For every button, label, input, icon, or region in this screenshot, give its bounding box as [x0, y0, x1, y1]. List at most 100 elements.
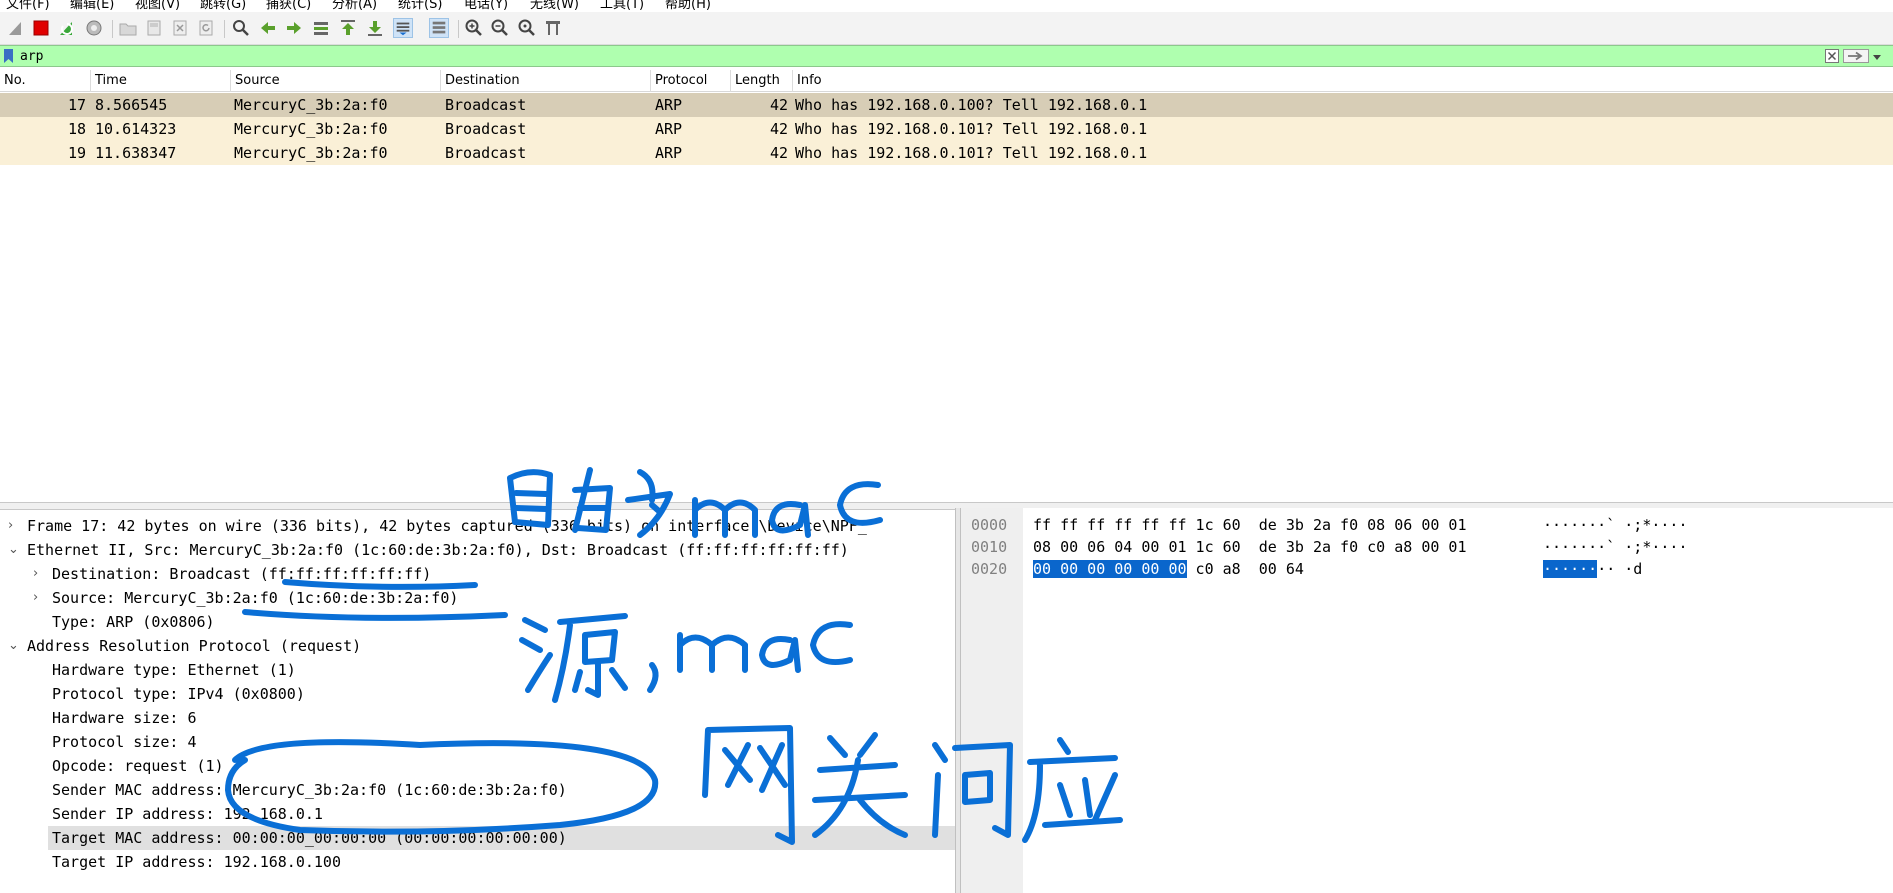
reload-file-icon[interactable]: [196, 18, 216, 38]
close-file-icon[interactable]: [170, 18, 190, 38]
packet-protocol: ARP: [655, 96, 683, 114]
column-header-destination[interactable]: Destination: [441, 70, 651, 92]
tree-item-ethernet[interactable]: ⌄ Ethernet II, Src: MercuryC_3b:2a:f0 (1c…: [0, 538, 955, 562]
menu-analyze[interactable]: 分析(A): [332, 0, 377, 11]
expand-arrow-icon[interactable]: ›: [8, 514, 13, 538]
filter-history-dropdown-icon[interactable]: [1872, 51, 1882, 61]
go-back-icon[interactable]: [258, 18, 278, 38]
tree-item-arp-field[interactable]: Protocol size: 4: [0, 730, 955, 754]
packet-row[interactable]: 17 8.566545 MercuryC_3b:2a:f0 Broadcast …: [0, 93, 1893, 117]
zoom-normal-icon[interactable]: [517, 18, 537, 38]
packet-bytes-pane: 0000 0010 0020 ff ff ff ff ff ff 1c 60 d…: [961, 508, 1893, 893]
tree-item-arp[interactable]: ⌄ Address Resolution Protocol (request): [0, 634, 955, 658]
display-filter-bar: [0, 45, 1893, 67]
tree-item-label: Destination: Broadcast (ff:ff:ff:ff:ff:f…: [52, 565, 432, 583]
find-packet-icon[interactable]: [231, 18, 251, 38]
go-forward-icon[interactable]: [284, 18, 304, 38]
byte-offset: 0000: [971, 516, 1008, 534]
expand-arrow-icon[interactable]: ›: [33, 586, 38, 610]
collapse-arrow-icon[interactable]: ⌄: [8, 634, 19, 658]
hex-selection[interactable]: 00 00 00 00 00 00: [1033, 560, 1187, 578]
zoom-in-icon[interactable]: [464, 18, 484, 38]
tree-item-arp-field[interactable]: Hardware type: Ethernet (1): [0, 658, 955, 682]
menu-file[interactable]: 文件(F): [6, 0, 50, 11]
menu-view[interactable]: 视图(V): [135, 0, 180, 11]
tree-item-eth-source[interactable]: › Source: MercuryC_3b:2a:f0 (1c:60:de:3b:…: [0, 586, 955, 610]
menu-bar: 文件(F) 编辑(E) 视图(V) 跳转(G) 捕获(C) 分析(A) 统计(S…: [0, 0, 1893, 11]
column-header-protocol[interactable]: Protocol: [651, 70, 731, 92]
tree-item-arp-field[interactable]: Sender MAC address: MercuryC_3b:2a:f0 (1…: [0, 778, 955, 802]
stop-capture-icon[interactable]: [31, 18, 51, 38]
packet-length: 42: [770, 144, 789, 162]
column-header-info[interactable]: Info: [793, 70, 1893, 92]
tree-item-label: Hardware size: 6: [52, 709, 197, 727]
resize-columns-icon[interactable]: [543, 18, 563, 38]
menu-wireless[interactable]: 无线(W): [530, 0, 579, 11]
colorize-icon[interactable]: [429, 18, 449, 38]
tree-item-arp-field[interactable]: Hardware size: 6: [0, 706, 955, 730]
open-file-icon[interactable]: [118, 18, 138, 38]
packet-length: 42: [770, 96, 789, 114]
tree-item-label: Target MAC address: 00:00:00_00:00:00 (0…: [52, 829, 567, 847]
tree-item-arp-field[interactable]: Opcode: request (1): [0, 754, 955, 778]
menu-help[interactable]: 帮助(H): [665, 0, 711, 11]
go-last-icon[interactable]: [365, 18, 385, 38]
go-first-icon[interactable]: [338, 18, 358, 38]
tree-item-arp-field[interactable]: Sender IP address: 192.168.0.1: [0, 802, 955, 826]
packet-protocol: ARP: [655, 120, 683, 138]
tree-item-label: Protocol type: IPv4 (0x0800): [52, 685, 305, 703]
apply-filter-icon[interactable]: [1843, 49, 1869, 63]
packet-length: 42: [770, 120, 789, 138]
expand-arrow-icon[interactable]: ›: [33, 562, 38, 586]
menu-telephony[interactable]: 电话(Y): [464, 0, 508, 11]
capture-options-icon[interactable]: [84, 18, 104, 38]
column-header-source[interactable]: Source: [231, 70, 441, 92]
go-to-packet-icon[interactable]: [311, 18, 331, 38]
packet-time: 11.638347: [95, 144, 177, 162]
tree-item-label: Ethernet II, Src: MercuryC_3b:2a:f0 (1c:…: [27, 541, 849, 559]
menu-go[interactable]: 跳转(G): [200, 0, 246, 11]
column-header-length[interactable]: Length: [731, 70, 793, 92]
zoom-out-icon[interactable]: [490, 18, 510, 38]
menu-statistics[interactable]: 统计(S): [398, 0, 442, 11]
collapse-arrow-icon[interactable]: ⌄: [8, 538, 19, 562]
ascii-row[interactable]: ·······` ·;*····: [1543, 514, 1688, 536]
packet-destination: Broadcast: [445, 96, 527, 114]
tree-item-eth-destination[interactable]: › Destination: Broadcast (ff:ff:ff:ff:ff:…: [0, 562, 955, 586]
packet-row[interactable]: 18 10.614323 MercuryC_3b:2a:f0 Broadcast…: [0, 117, 1893, 141]
autoscroll-icon[interactable]: [393, 18, 413, 38]
bookmark-icon[interactable]: [4, 49, 13, 63]
tree-item-frame[interactable]: › Frame 17: 42 bytes on wire (336 bits), …: [0, 514, 955, 538]
hex-row[interactable]: 00 00 00 00 00 00 c0 a8 00 64: [1033, 558, 1304, 580]
hex-rest[interactable]: c0 a8 00 64: [1187, 560, 1304, 578]
column-header-time[interactable]: Time: [91, 70, 231, 92]
ascii-rest[interactable]: ·· ·d: [1597, 560, 1642, 578]
byte-offset: 0010: [971, 538, 1008, 556]
menu-edit[interactable]: 编辑(E): [70, 0, 114, 11]
tree-item-label: Opcode: request (1): [52, 757, 224, 775]
shark-fin-start-icon[interactable]: [6, 18, 26, 38]
restart-capture-icon[interactable]: [57, 18, 77, 38]
tree-item-arp-field-selected[interactable]: Target MAC address: 00:00:00_00:00:00 (0…: [48, 826, 955, 850]
tree-item-arp-field[interactable]: Target IP address: 192.168.0.100: [0, 850, 955, 874]
clear-filter-icon[interactable]: [1825, 49, 1839, 63]
save-file-icon[interactable]: [144, 18, 164, 38]
packet-no: 19: [68, 144, 87, 162]
tree-item-label: Sender MAC address: MercuryC_3b:2a:f0 (1…: [52, 781, 567, 799]
hex-row[interactable]: ff ff ff ff ff ff 1c 60 de 3b 2a f0 08 0…: [1033, 514, 1466, 536]
menu-capture[interactable]: 捕获(C): [266, 0, 311, 11]
menu-tools[interactable]: 工具(T): [600, 0, 644, 11]
packet-row[interactable]: 19 11.638347 MercuryC_3b:2a:f0 Broadcast…: [0, 141, 1893, 165]
display-filter-input[interactable]: [20, 47, 1820, 65]
tree-item-eth-type[interactable]: Type: ARP (0x0806): [0, 610, 955, 634]
packet-source: MercuryC_3b:2a:f0: [234, 96, 388, 114]
packet-source: MercuryC_3b:2a:f0: [234, 144, 388, 162]
packet-list-header: No. Time Source Destination Protocol Len…: [0, 70, 1893, 92]
ascii-row[interactable]: ········ ·d: [1543, 558, 1642, 580]
hex-row[interactable]: 08 00 06 04 00 01 1c 60 de 3b 2a f0 c0 a…: [1033, 536, 1466, 558]
tree-item-arp-field[interactable]: Protocol type: IPv4 (0x0800): [0, 682, 955, 706]
ascii-row[interactable]: ·······` ·;*····: [1543, 536, 1688, 558]
ascii-selection[interactable]: ······: [1543, 560, 1598, 578]
column-header-no[interactable]: No.: [0, 70, 91, 92]
packet-no: 18: [68, 120, 87, 138]
